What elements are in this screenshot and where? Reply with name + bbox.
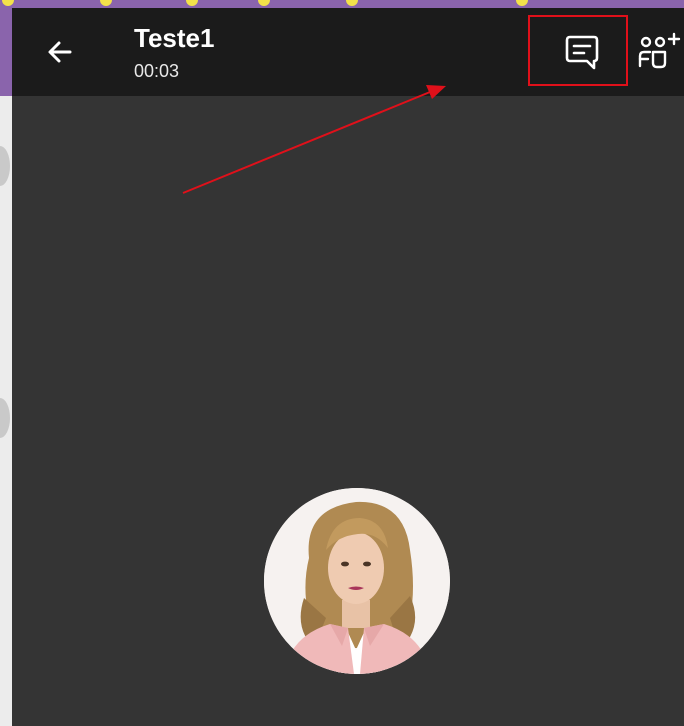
- call-title: Teste1: [134, 23, 215, 53]
- annotation-highlight-box: [528, 15, 628, 86]
- add-participant-icon: [638, 32, 681, 69]
- participant-photo: [264, 488, 450, 674]
- decorative-shape: [0, 398, 10, 438]
- arrow-left-icon: [48, 41, 72, 63]
- outer-background-left: [0, 96, 12, 726]
- decorative-dot: [258, 0, 270, 6]
- decorative-shape: [0, 146, 10, 186]
- decorative-dot: [346, 0, 358, 6]
- add-participant-button[interactable]: [638, 30, 684, 74]
- back-button[interactable]: [40, 32, 80, 72]
- decorative-dot: [100, 0, 112, 6]
- decorative-dot: [516, 0, 528, 6]
- decorative-dot: [2, 0, 14, 6]
- call-timer: 00:03: [134, 61, 180, 81]
- participant-avatar: [264, 488, 450, 674]
- decorative-dot: [186, 0, 198, 6]
- call-info: Teste1 00:03: [134, 22, 214, 82]
